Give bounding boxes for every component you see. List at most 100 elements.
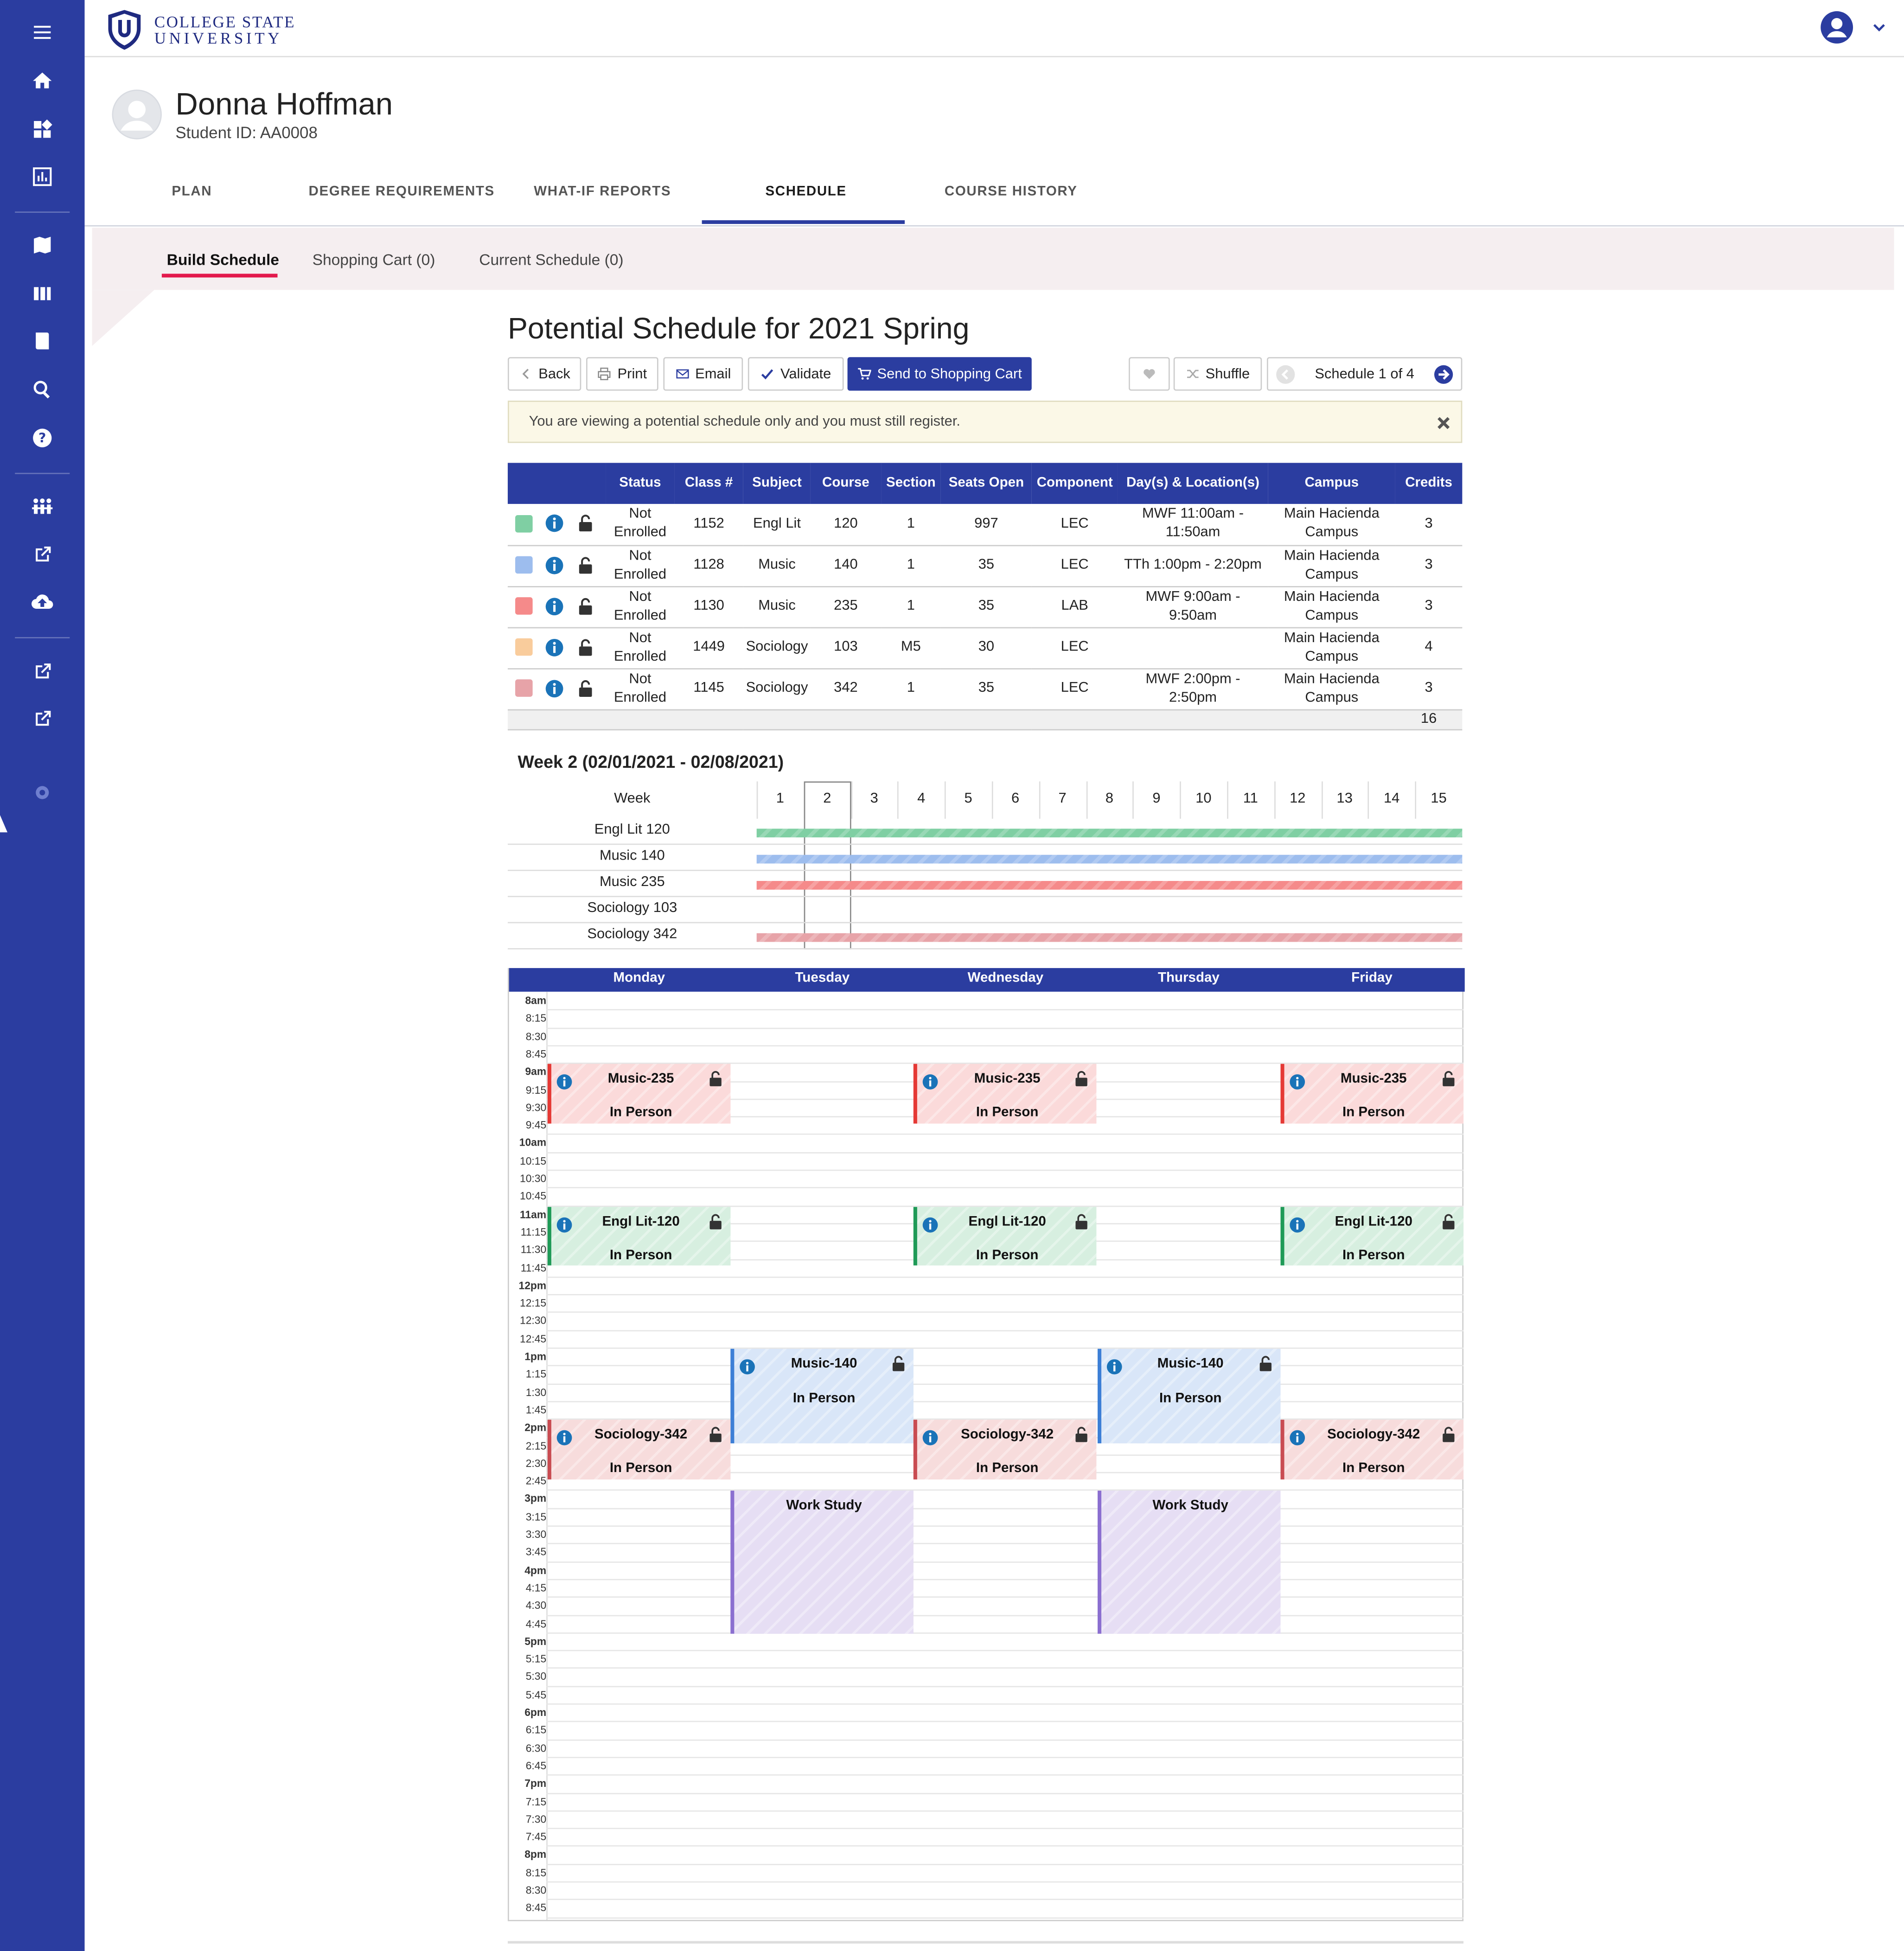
cell-credits: 4 bbox=[1395, 627, 1463, 669]
favorite-button[interactable] bbox=[1129, 357, 1170, 391]
copyright-icon[interactable] bbox=[25, 775, 58, 809]
people-icon[interactable] bbox=[25, 489, 58, 523]
week-number[interactable]: 4 bbox=[898, 791, 945, 806]
print-button[interactable]: Print bbox=[586, 357, 658, 391]
info-icon[interactable] bbox=[923, 1217, 939, 1233]
search-icon[interactable] bbox=[25, 372, 58, 405]
week-number[interactable]: 15 bbox=[1415, 791, 1462, 806]
unlocked-icon[interactable] bbox=[708, 1426, 723, 1444]
calendar-event[interactable]: Sociology-342 In Person bbox=[547, 1420, 731, 1479]
info-icon[interactable] bbox=[1289, 1074, 1305, 1090]
map-icon[interactable] bbox=[25, 228, 58, 261]
week-number[interactable]: 1 bbox=[757, 791, 804, 806]
unlocked-icon[interactable] bbox=[576, 679, 595, 698]
university-logo[interactable]: COLLEGE STATE UNIVERSITY bbox=[104, 9, 295, 51]
unlocked-icon[interactable] bbox=[1074, 1213, 1089, 1231]
week-number[interactable]: 13 bbox=[1321, 791, 1368, 806]
week-number[interactable]: 12 bbox=[1274, 791, 1321, 806]
back-button[interactable]: Back bbox=[507, 357, 581, 391]
calendar-event[interactable]: Work Study bbox=[730, 1491, 914, 1634]
unlocked-icon[interactable] bbox=[1441, 1070, 1456, 1088]
unlocked-icon[interactable] bbox=[1074, 1070, 1089, 1088]
unlocked-icon[interactable] bbox=[576, 515, 595, 533]
info-icon[interactable] bbox=[1289, 1430, 1305, 1446]
week-number[interactable]: 11 bbox=[1227, 791, 1274, 806]
home-icon[interactable] bbox=[25, 64, 58, 97]
tab-what-if-reports[interactable]: WHAT-IF REPORTS bbox=[534, 184, 671, 199]
unlocked-icon[interactable] bbox=[576, 638, 595, 657]
cell-status: Not Enrolled bbox=[606, 586, 675, 628]
unlocked-icon[interactable] bbox=[576, 597, 595, 615]
unlocked-icon[interactable] bbox=[576, 556, 595, 574]
subtab-current-schedule[interactable]: Current Schedule (0) bbox=[479, 251, 623, 269]
chart-icon[interactable] bbox=[25, 159, 58, 193]
calendar-event[interactable]: Music-235 In Person bbox=[1280, 1064, 1463, 1123]
time-gridline bbox=[546, 1899, 1464, 1900]
subtab-shopping-cart[interactable]: Shopping Cart (0) bbox=[313, 251, 435, 269]
shuffle-button[interactable]: Shuffle bbox=[1173, 357, 1262, 391]
tab-course-history[interactable]: COURSE HISTORY bbox=[945, 184, 1078, 199]
info-icon[interactable] bbox=[556, 1074, 573, 1090]
week-number[interactable]: 3 bbox=[851, 791, 898, 806]
week-number[interactable]: 9 bbox=[1133, 791, 1180, 806]
info-icon[interactable] bbox=[1289, 1217, 1305, 1233]
info-icon[interactable] bbox=[545, 515, 563, 533]
week-number[interactable]: 14 bbox=[1368, 791, 1415, 806]
calendar-event[interactable]: Sociology-342 In Person bbox=[1280, 1420, 1463, 1479]
info-icon[interactable] bbox=[556, 1430, 573, 1446]
week-number[interactable]: 8 bbox=[1086, 791, 1133, 806]
info-icon[interactable] bbox=[556, 1217, 573, 1233]
unlocked-icon[interactable] bbox=[708, 1070, 723, 1088]
week-column-divider bbox=[1039, 781, 1041, 819]
external-link-icon[interactable] bbox=[25, 655, 58, 688]
cloud-upload-icon[interactable] bbox=[25, 585, 58, 618]
external-link-icon[interactable] bbox=[25, 702, 58, 735]
calendar-event[interactable]: Music-235 In Person bbox=[547, 1064, 731, 1123]
unlocked-icon[interactable] bbox=[1074, 1426, 1089, 1444]
tab-plan[interactable]: PLAN bbox=[172, 184, 212, 199]
info-icon[interactable] bbox=[545, 638, 563, 657]
account-icon[interactable] bbox=[1820, 10, 1854, 45]
unlocked-icon[interactable] bbox=[1258, 1355, 1272, 1373]
info-icon[interactable] bbox=[545, 597, 563, 615]
book-icon[interactable] bbox=[25, 324, 58, 357]
week-number[interactable]: 10 bbox=[1180, 791, 1227, 806]
info-icon[interactable] bbox=[923, 1074, 939, 1090]
close-icon[interactable] bbox=[1436, 415, 1451, 430]
help-icon[interactable]: ? bbox=[25, 421, 58, 454]
next-schedule-icon[interactable] bbox=[1434, 364, 1454, 384]
send-to-shopping-cart-button[interactable]: Send to Shopping Cart bbox=[847, 357, 1032, 391]
calendar-event[interactable]: Music-140 In Person bbox=[730, 1349, 914, 1444]
week-number[interactable]: 6 bbox=[992, 791, 1039, 806]
info-icon[interactable] bbox=[545, 679, 563, 698]
info-icon[interactable] bbox=[740, 1359, 756, 1375]
unlocked-icon[interactable] bbox=[1441, 1213, 1456, 1231]
unlocked-icon[interactable] bbox=[891, 1355, 906, 1373]
columns-icon[interactable] bbox=[25, 276, 58, 310]
calendar-event[interactable]: Engl Lit-120 In Person bbox=[914, 1206, 1097, 1266]
tab-schedule[interactable]: SCHEDULE bbox=[765, 184, 846, 199]
info-icon[interactable] bbox=[545, 556, 563, 574]
dashboard-icon[interactable] bbox=[25, 112, 58, 146]
calendar-event[interactable]: Sociology-342 In Person bbox=[914, 1420, 1097, 1479]
validate-button[interactable]: Validate bbox=[748, 357, 844, 391]
calendar-event[interactable]: Engl Lit-120 In Person bbox=[1280, 1206, 1463, 1266]
menu-icon[interactable] bbox=[25, 15, 58, 48]
calendar-event[interactable]: Work Study bbox=[1097, 1491, 1280, 1634]
subtab-build-schedule[interactable]: Build Schedule bbox=[167, 251, 279, 269]
calendar-event[interactable]: Engl Lit-120 In Person bbox=[547, 1206, 731, 1266]
info-icon[interactable] bbox=[923, 1430, 939, 1446]
time-label: 4:45 bbox=[525, 1617, 547, 1630]
chevron-down-icon[interactable] bbox=[1872, 20, 1886, 35]
calendar-event[interactable]: Music-235 In Person bbox=[914, 1064, 1097, 1123]
week-number[interactable]: 7 bbox=[1039, 791, 1086, 806]
unlocked-icon[interactable] bbox=[1441, 1426, 1456, 1444]
email-button[interactable]: Email bbox=[663, 357, 743, 391]
calendar-event[interactable]: Music-140 In Person bbox=[1097, 1349, 1280, 1444]
tab-degree-requirements[interactable]: DEGREE REQUIREMENTS bbox=[309, 184, 495, 199]
week-number[interactable]: 5 bbox=[945, 791, 991, 806]
external-link-icon[interactable] bbox=[25, 537, 58, 571]
previous-schedule-icon[interactable] bbox=[1276, 364, 1296, 384]
unlocked-icon[interactable] bbox=[708, 1213, 723, 1231]
info-icon[interactable] bbox=[1106, 1359, 1122, 1375]
